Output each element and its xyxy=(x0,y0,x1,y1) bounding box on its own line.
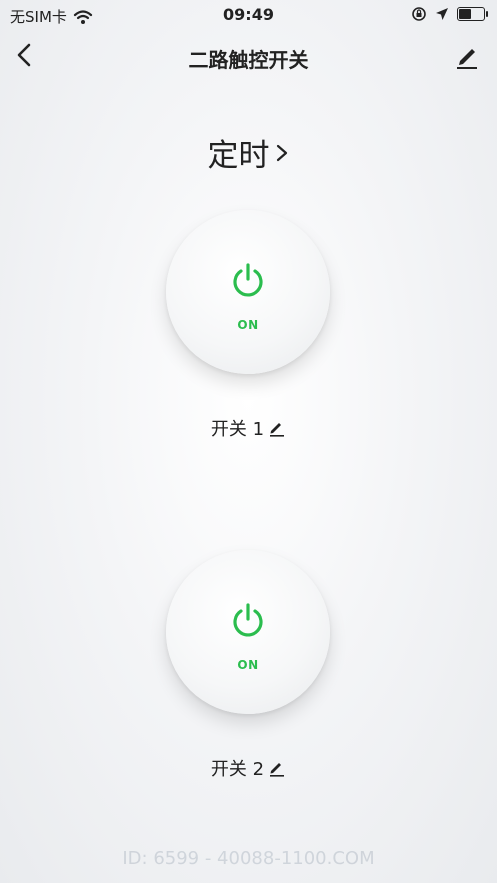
switch-2-name-row: 开关 2 xyxy=(0,755,497,781)
switch-1-name-row: 开关 1 xyxy=(0,415,497,441)
timer-link[interactable]: 定时 xyxy=(0,130,497,175)
nav-bar: 二路触控开关 xyxy=(0,32,497,80)
power-icon xyxy=(233,603,263,637)
orientation-lock-icon xyxy=(412,7,426,21)
location-icon xyxy=(436,8,448,20)
status-bar: 无SIM卡 09:49 xyxy=(0,0,497,32)
battery-icon xyxy=(457,7,488,21)
watermark: ID: 6599 - 40088-1100.COM xyxy=(122,848,375,869)
switch-2-power-button[interactable]: ON xyxy=(166,550,330,714)
switch-2-state: ON xyxy=(237,658,259,672)
rename-pencil-icon[interactable] xyxy=(268,759,286,777)
status-right xyxy=(411,6,488,22)
rename-pencil-icon[interactable] xyxy=(268,419,286,437)
timer-label: 定时 xyxy=(207,138,270,174)
switch-1-name: 开关 1 xyxy=(210,419,265,440)
edit-pencil-icon[interactable] xyxy=(451,40,483,72)
switch-1-state: ON xyxy=(237,318,259,332)
switch-2-name: 开关 2 xyxy=(210,759,265,780)
power-icon xyxy=(233,263,263,297)
page-title: 二路触控开关 xyxy=(188,48,309,72)
chevron-right-icon xyxy=(276,144,287,161)
battery-level xyxy=(459,9,471,19)
switch-1-power-button[interactable]: ON xyxy=(166,210,330,374)
